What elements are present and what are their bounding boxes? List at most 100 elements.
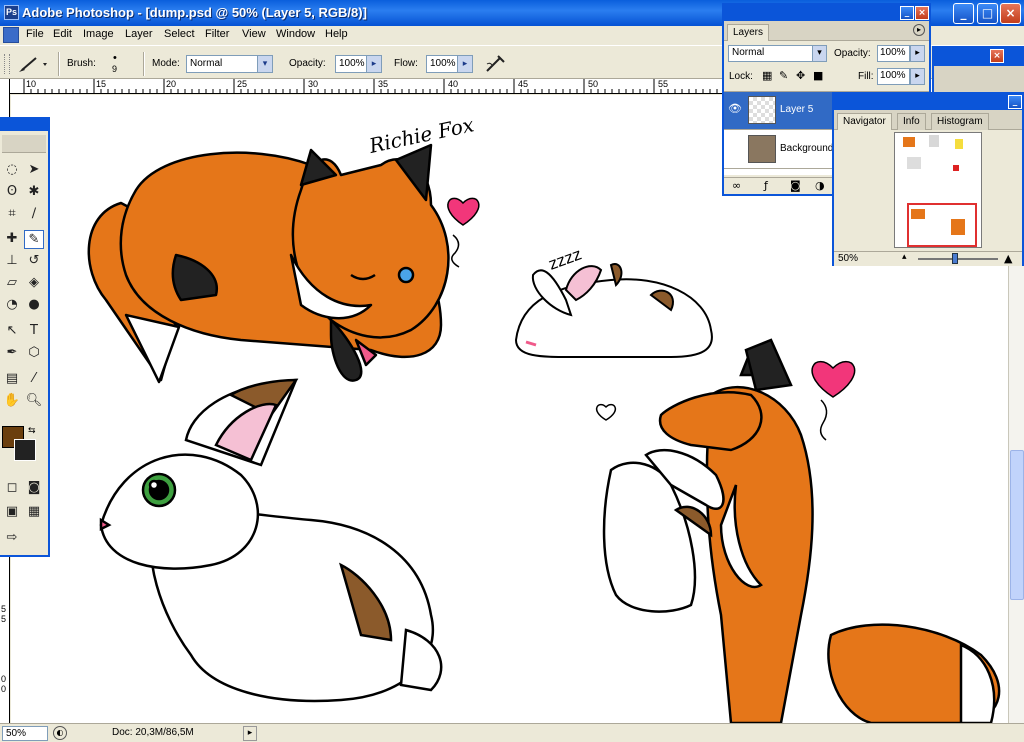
navigator-preview[interactable]: [894, 132, 982, 248]
photoshop-icon: Ps: [4, 5, 19, 20]
mode-dropdown-arrow[interactable]: ▾: [257, 55, 273, 73]
status-info-icon[interactable]: ◐: [53, 726, 67, 740]
standard-mode-icon[interactable]: ◻: [2, 479, 22, 498]
jump-to-imageready-icon[interactable]: ⇨: [2, 529, 22, 548]
layer-mask-icon[interactable]: ◙: [790, 179, 801, 192]
tab-navigator[interactable]: Navigator: [837, 113, 892, 130]
menu-image[interactable]: Image: [83, 28, 114, 40]
crop-tool-icon[interactable]: ⌗: [2, 205, 22, 224]
opacity-arrow[interactable]: ▸: [366, 55, 382, 73]
layers-opacity-arrow[interactable]: ▸: [910, 45, 925, 62]
type-tool-icon[interactable]: T: [24, 322, 44, 341]
airbrush-icon[interactable]: [484, 54, 506, 74]
menu-layer[interactable]: Layer: [125, 28, 153, 40]
quick-mask-icon[interactable]: ◙: [24, 479, 44, 498]
blend-mode-select[interactable]: Normal: [728, 45, 814, 62]
navigator-panel-header[interactable]: _: [834, 94, 1022, 110]
eyedropper-icon[interactable]: ⁄: [24, 370, 44, 389]
panel-minimize-button[interactable]: _: [900, 6, 914, 20]
menu-file[interactable]: File: [26, 28, 44, 40]
eye-icon[interactable]: [727, 141, 743, 157]
healing-brush-icon[interactable]: ✚: [2, 230, 22, 249]
menu-help[interactable]: Help: [325, 28, 348, 40]
panel-minimize-button[interactable]: _: [1008, 95, 1022, 109]
tab-histogram[interactable]: Histogram: [931, 113, 989, 130]
grip-handle[interactable]: [4, 54, 10, 74]
lock-position-icon[interactable]: ✥: [796, 69, 805, 82]
zoom-out-icon[interactable]: ▴: [902, 252, 907, 262]
notes-tool-icon[interactable]: ▤: [2, 370, 22, 389]
feather-logo[interactable]: [2, 135, 46, 153]
layer-thumbnail: [748, 96, 776, 124]
blend-mode-arrow[interactable]: ▾: [812, 45, 827, 62]
hand-tool-icon[interactable]: ✋: [2, 392, 22, 411]
zoom-slider-handle[interactable]: [952, 253, 958, 264]
status-zoom-field[interactable]: 50%: [2, 726, 48, 741]
lock-pixels-icon[interactable]: ✎: [779, 69, 788, 82]
eye-icon[interactable]: 👁︎: [727, 102, 743, 118]
shape-tool-icon[interactable]: ⬡: [24, 344, 44, 363]
document-icon[interactable]: [3, 27, 19, 43]
navigator-panel: _ Navigator Info Histogram 50% ▴ ▲: [832, 92, 1024, 266]
brush-size[interactable]: 9: [112, 64, 117, 74]
lasso-tool-icon[interactable]: ʘ: [2, 183, 22, 202]
dodge-tool-icon[interactable]: ●: [24, 296, 44, 315]
screen-mode-icon[interactable]: ▣: [2, 503, 22, 522]
close-button[interactable]: ×: [1000, 3, 1021, 24]
pen-tool-icon[interactable]: ✒: [2, 344, 22, 363]
tab-layers[interactable]: Layers: [727, 24, 770, 41]
toolbox-header[interactable]: [0, 119, 48, 131]
mode-select[interactable]: Normal: [186, 55, 258, 73]
menu-window[interactable]: Window: [276, 28, 315, 40]
paint-bucket-icon[interactable]: ◈: [24, 274, 44, 293]
flow-field[interactable]: 100%: [426, 55, 458, 73]
background-color-swatch[interactable]: [14, 439, 36, 461]
menu-view[interactable]: View: [242, 28, 266, 40]
fill-arrow[interactable]: ▸: [910, 68, 925, 85]
lock-transparency-icon[interactable]: ▦: [762, 69, 772, 82]
panel-close-button[interactable]: ×: [990, 49, 1004, 63]
slice-tool-icon[interactable]: ∕: [24, 205, 44, 224]
blur-tool-icon[interactable]: ◔: [2, 296, 22, 315]
menu-select[interactable]: Select: [164, 28, 195, 40]
ruler-label: 0: [1, 674, 7, 684]
tab-info[interactable]: Info: [897, 113, 926, 130]
scrollbar-thumb[interactable]: [1010, 450, 1024, 600]
link-layers-icon[interactable]: ∞: [732, 179, 741, 192]
magic-wand-icon[interactable]: ✱: [24, 183, 44, 202]
path-select-icon[interactable]: ↖: [2, 322, 22, 341]
menu-edit[interactable]: Edit: [53, 28, 72, 40]
collapsed-panel-header[interactable]: ×: [932, 46, 1024, 66]
lock-label: Lock:: [729, 71, 753, 82]
move-tool-icon[interactable]: ➤: [24, 161, 44, 180]
mode-label: Mode:: [152, 58, 180, 69]
navigator-zoom[interactable]: 50%: [838, 253, 858, 264]
layer-style-icon[interactable]: ƒ: [764, 179, 768, 192]
brush-tool-icon[interactable]: ✎: [24, 230, 44, 249]
layers-opacity-field[interactable]: 100%: [877, 45, 910, 62]
swap-colors-icon[interactable]: ⇆: [28, 426, 36, 436]
zoom-slider[interactable]: [918, 258, 998, 260]
opacity-field[interactable]: 100%: [335, 55, 367, 73]
panel-menu-icon[interactable]: ▸: [913, 24, 925, 36]
adjustment-layer-icon[interactable]: ◑: [815, 179, 825, 192]
zoom-in-icon[interactable]: ▲: [1004, 252, 1012, 265]
zoom-tool-icon[interactable]: 🔍︎: [24, 392, 44, 411]
eraser-tool-icon[interactable]: ▱: [2, 274, 22, 293]
brush-dot[interactable]: •: [113, 52, 117, 64]
fullscreen-mode-icon[interactable]: ▦: [24, 503, 44, 522]
marquee-tool-icon[interactable]: ◌: [2, 161, 22, 180]
panel-close-button[interactable]: ×: [915, 6, 929, 20]
status-menu-arrow[interactable]: ▸: [243, 726, 257, 741]
fill-field[interactable]: 100%: [877, 68, 910, 85]
layers-panel-header[interactable]: _ ×: [724, 5, 929, 21]
flow-arrow[interactable]: ▸: [457, 55, 473, 73]
minimize-button[interactable]: _: [953, 3, 974, 24]
stamp-tool-icon[interactable]: ⊥: [2, 252, 22, 271]
history-brush-icon[interactable]: ↺: [24, 252, 44, 271]
menu-filter[interactable]: Filter: [205, 28, 229, 40]
brush-icon[interactable]: [16, 54, 50, 74]
photoshop-window: Ps Adobe Photoshop - [dump.psd @ 50% (La…: [0, 0, 1024, 742]
lock-icon[interactable]: ■: [813, 69, 823, 82]
maximize-button[interactable]: □: [977, 3, 998, 24]
